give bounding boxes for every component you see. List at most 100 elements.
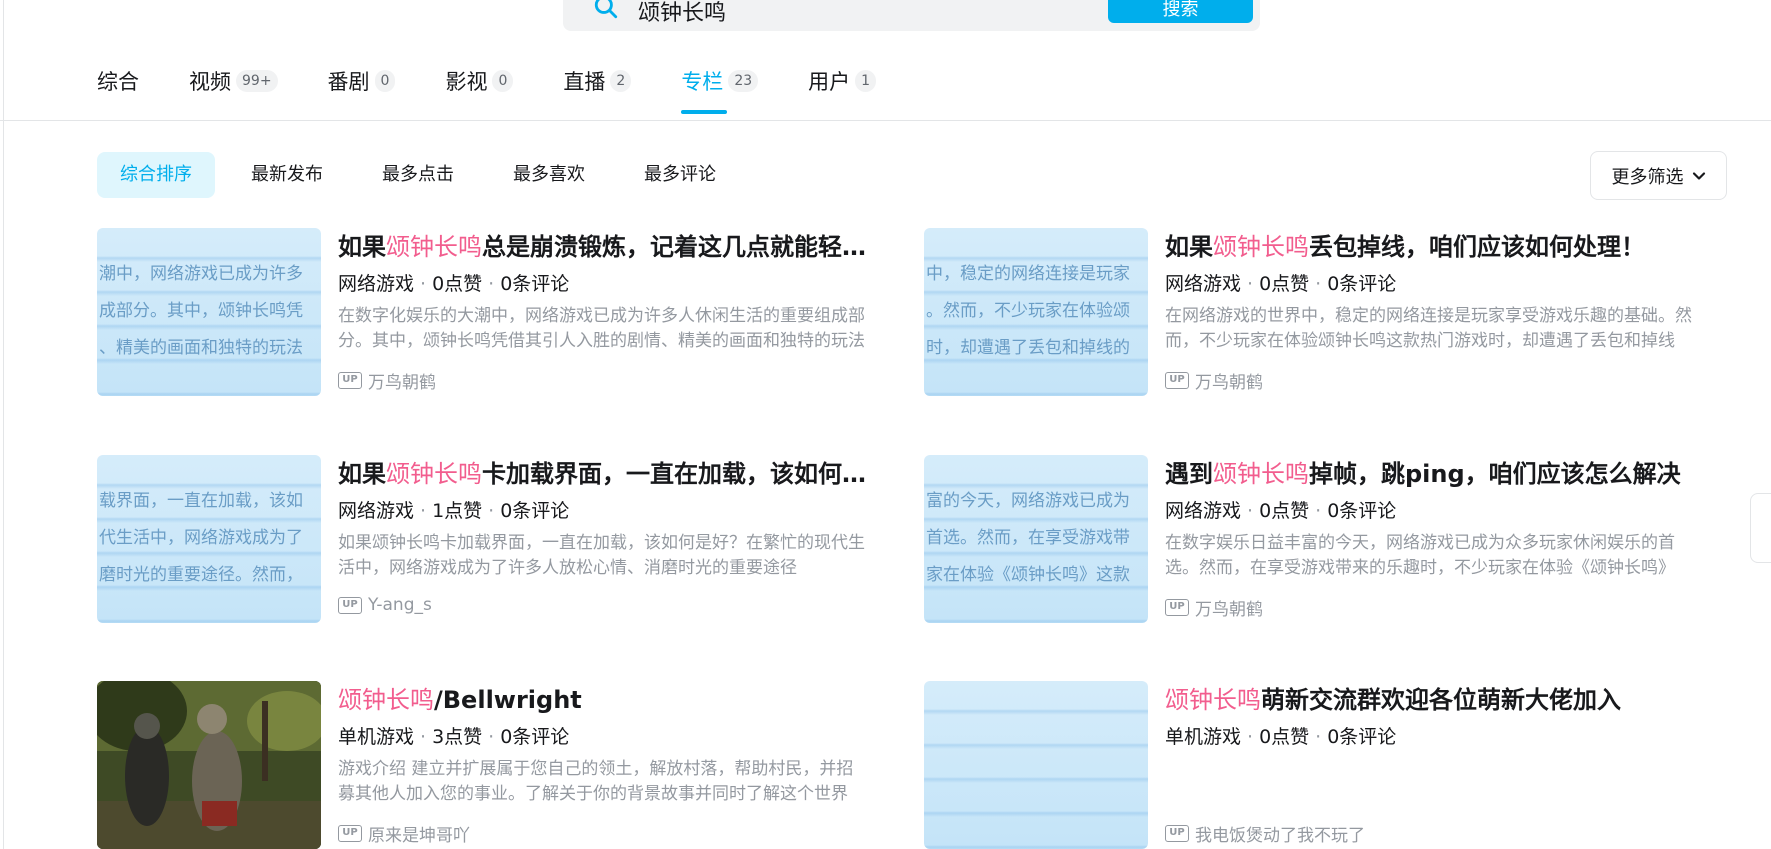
article-card[interactable]: 颂钟长鸣/Bellwright 单机游戏 · 3点赞 · 0条评论 游戏介绍 建立并扩展属于… [97,681,897,849]
thumbnail-text: 潮中，网络游戏已成为许多 成部分。其中，颂钟长鸣凭 、精美的画面和独特的玩法 [97,256,321,367]
article-author[interactable]: UP 万鸟朝鹤 [1165,368,1263,393]
article-thumbnail[interactable] [97,681,321,849]
tab-6[interactable]: 用户 1 [808,66,877,116]
article-card[interactable]: 中，稳定的网络连接是玩家 。然而，不少玩家在体验颂 时，却遭遇了丢包和掉线的 如果颂钟… [924,228,1724,398]
more-filter-button[interactable]: 更多筛选 [1590,151,1727,200]
meta-separator: · [1247,726,1254,748]
article-meta: 网络游戏 · 0点赞 · 0条评论 [1165,270,1396,298]
article-likes: 0点赞 [1259,726,1310,748]
article-category[interactable]: 网络游戏 [338,273,414,295]
article-card[interactable]: 富的今天，网络游戏已成为 首选。然而，在享受游戏带 家在体验《颂钟长鸣》这款 遇到颂钟… [924,455,1724,625]
tab-2[interactable]: 番剧 0 [328,66,396,116]
article-author[interactable]: UP 我电饭煲动了我不玩了 [1165,821,1365,846]
author-name: 我电饭煲动了我不玩了 [1195,826,1365,846]
meta-separator: · [488,273,495,295]
tab-3[interactable]: 影视 0 [445,66,514,116]
sort-option-2[interactable]: 最多点击 [359,152,477,198]
author-name: 万鸟朝鹤 [1195,373,1263,393]
article-thumbnail[interactable] [924,681,1148,849]
sort-option-1[interactable]: 最新发布 [228,152,346,198]
article-meta: 单机游戏 · 0点赞 · 0条评论 [1165,723,1396,751]
article-likes: 3点赞 [432,726,483,748]
article-author[interactable]: UP Y-ang_s [338,595,432,615]
article-comments: 0条评论 [1327,726,1397,748]
article-category[interactable]: 单机游戏 [338,726,414,748]
article-description: 在数字娱乐日益丰富的今天，网络游戏已成为众多玩家休闲娱乐的首选。然而，在享受游戏… [1165,531,1695,581]
tab-4[interactable]: 直播 2 [563,66,632,116]
article-title[interactable]: 如果颂钟长鸣总是崩溃锻炼，记着这几点就能轻松解决 [338,228,883,266]
tab-0[interactable]: 综合 [97,66,139,116]
article-category[interactable]: 网络游戏 [338,500,414,522]
title-suffix: 掉帧，跳ping，咱们应该怎么解决 [1309,460,1681,488]
article-description: 在网络游戏的世界中，稳定的网络连接是玩家享受游戏乐趣的基础。然而，不少玩家在体验… [1165,304,1695,354]
article-likes: 0点赞 [1259,500,1310,522]
article-author[interactable]: UP 万鸟朝鹤 [1165,595,1263,620]
meta-separator: · [420,726,427,748]
sort-bar: 综合排序 最新发布 最多点击 最多喜欢 最多评论 [97,152,752,198]
meta-separator: · [420,500,427,522]
article-likes: 0点赞 [432,273,483,295]
thumbnail-text-line: 磨时光的重要途径。然而， [99,565,303,585]
tab-label: 番剧 [327,70,370,94]
search-button[interactable]: 搜索 [1108,0,1253,23]
article-meta: 单机游戏 · 3点赞 · 0条评论 [338,723,569,751]
article-thumbnail[interactable]: 载界面，一直在加载，该如 代生活中，网络游戏成为了 磨时光的重要途径。然而， [97,455,321,623]
tab-count-badge: 2 [610,70,632,92]
thumbnail-text-line: 代生活中，网络游戏成为了 [99,528,303,548]
title-keyword-highlight: 颂钟长鸣 [1165,686,1261,714]
page-left-border [3,0,4,849]
meta-separator: · [488,500,495,522]
title-keyword-highlight: 颂钟长鸣 [1213,233,1309,261]
side-float-panel[interactable] [1750,493,1771,563]
thumbnail-pattern [924,681,1148,849]
tabs-divider [0,120,1771,121]
search-input[interactable] [638,0,1018,26]
article-comments: 0条评论 [1327,273,1397,295]
article-card[interactable]: 载界面，一直在加载，该如 代生活中，网络游戏成为了 磨时光的重要途径。然而， 如果颂钟… [97,455,897,625]
thumbnail-text-line: 载界面，一直在加载，该如 [99,491,303,511]
tab-5[interactable]: 专栏 23 [681,66,759,116]
up-badge-icon: UP [338,825,362,842]
up-badge-icon: UP [1165,372,1189,389]
article-title[interactable]: 遇到颂钟长鸣掉帧，跳ping，咱们应该怎么解决 [1165,455,1710,493]
article-author[interactable]: UP 万鸟朝鹤 [338,368,436,393]
sort-option-0[interactable]: 综合排序 [97,152,215,198]
up-badge-icon: UP [1165,825,1189,842]
title-keyword-highlight: 颂钟长鸣 [1213,460,1309,488]
tab-1[interactable]: 视频 99+ [189,66,278,116]
article-thumbnail[interactable]: 潮中，网络游戏已成为许多 成部分。其中，颂钟长鸣凭 、精美的画面和独特的玩法 [97,228,321,396]
article-title[interactable]: 颂钟长鸣/Bellwright [338,681,883,719]
meta-separator: · [1315,273,1322,295]
meta-separator: · [488,726,495,748]
meta-separator: · [420,273,427,295]
article-thumbnail[interactable]: 中，稳定的网络连接是玩家 。然而，不少玩家在体验颂 时，却遭遇了丢包和掉线的 [924,228,1148,396]
article-comments: 0条评论 [1327,500,1397,522]
article-description-text: 在网络游戏的世界中，稳定的网络连接是玩家享受游戏乐趣的基础。然而，不少玩家在体验… [1165,306,1692,351]
thumbnail-text-line: 时，却遭遇了丢包和掉线的 [926,338,1130,358]
more-filter-label: 更多筛选 [1611,166,1684,188]
tab-label: 直播 [563,70,606,94]
article-title[interactable]: 如果颂钟长鸣卡加载界面，一直在加载，该如何是好 [338,455,883,493]
article-title[interactable]: 颂钟长鸣萌新交流群欢迎各位萌新大佬加入 [1165,681,1710,719]
article-title[interactable]: 如果颂钟长鸣丢包掉线，咱们应该如何处理！ [1165,228,1710,266]
article-author[interactable]: UP 原来是坤哥吖 [338,821,470,846]
thumbnail-text-line: 富的今天，网络游戏已成为 [926,491,1130,511]
thumbnail-text-line: 成部分。其中，颂钟长鸣凭 [99,301,303,321]
sort-option-4[interactable]: 最多评论 [621,152,739,198]
article-comments: 0条评论 [500,273,570,295]
tab-count-badge: 0 [374,70,396,92]
article-description-text: 在数字化娱乐的大潮中，网络游戏已成为许多人休闲生活的重要组成部分。其中，颂钟长鸣… [338,306,865,351]
thumbnail-text-line: 家在体验《颂钟长鸣》这款 [926,565,1130,585]
sort-option-3[interactable]: 最多喜欢 [490,152,608,198]
tab-label: 影视 [445,70,488,94]
author-name: 原来是坤哥吖 [368,826,470,846]
article-thumbnail[interactable]: 富的今天，网络游戏已成为 首选。然而，在享受游戏带 家在体验《颂钟长鸣》这款 [924,455,1148,623]
article-card[interactable]: 颂钟长鸣萌新交流群欢迎各位萌新大佬加入 单机游戏 · 0点赞 · 0条评论 UP 我电饭煲动了… [924,681,1724,849]
article-category[interactable]: 网络游戏 [1165,500,1241,522]
article-card[interactable]: 潮中，网络游戏已成为许多 成部分。其中，颂钟长鸣凭 、精美的画面和独特的玩法 如果颂钟… [97,228,897,398]
article-category[interactable]: 单机游戏 [1165,726,1241,748]
title-suffix: 萌新交流群欢迎各位萌新大佬加入 [1261,686,1621,714]
thumbnail-text: 富的今天，网络游戏已成为 首选。然而，在享受游戏带 家在体验《颂钟长鸣》这款 [924,483,1148,594]
article-description: 在数字化娱乐的大潮中，网络游戏已成为许多人休闲生活的重要组成部分。其中，颂钟长鸣… [338,304,868,354]
article-category[interactable]: 网络游戏 [1165,273,1241,295]
